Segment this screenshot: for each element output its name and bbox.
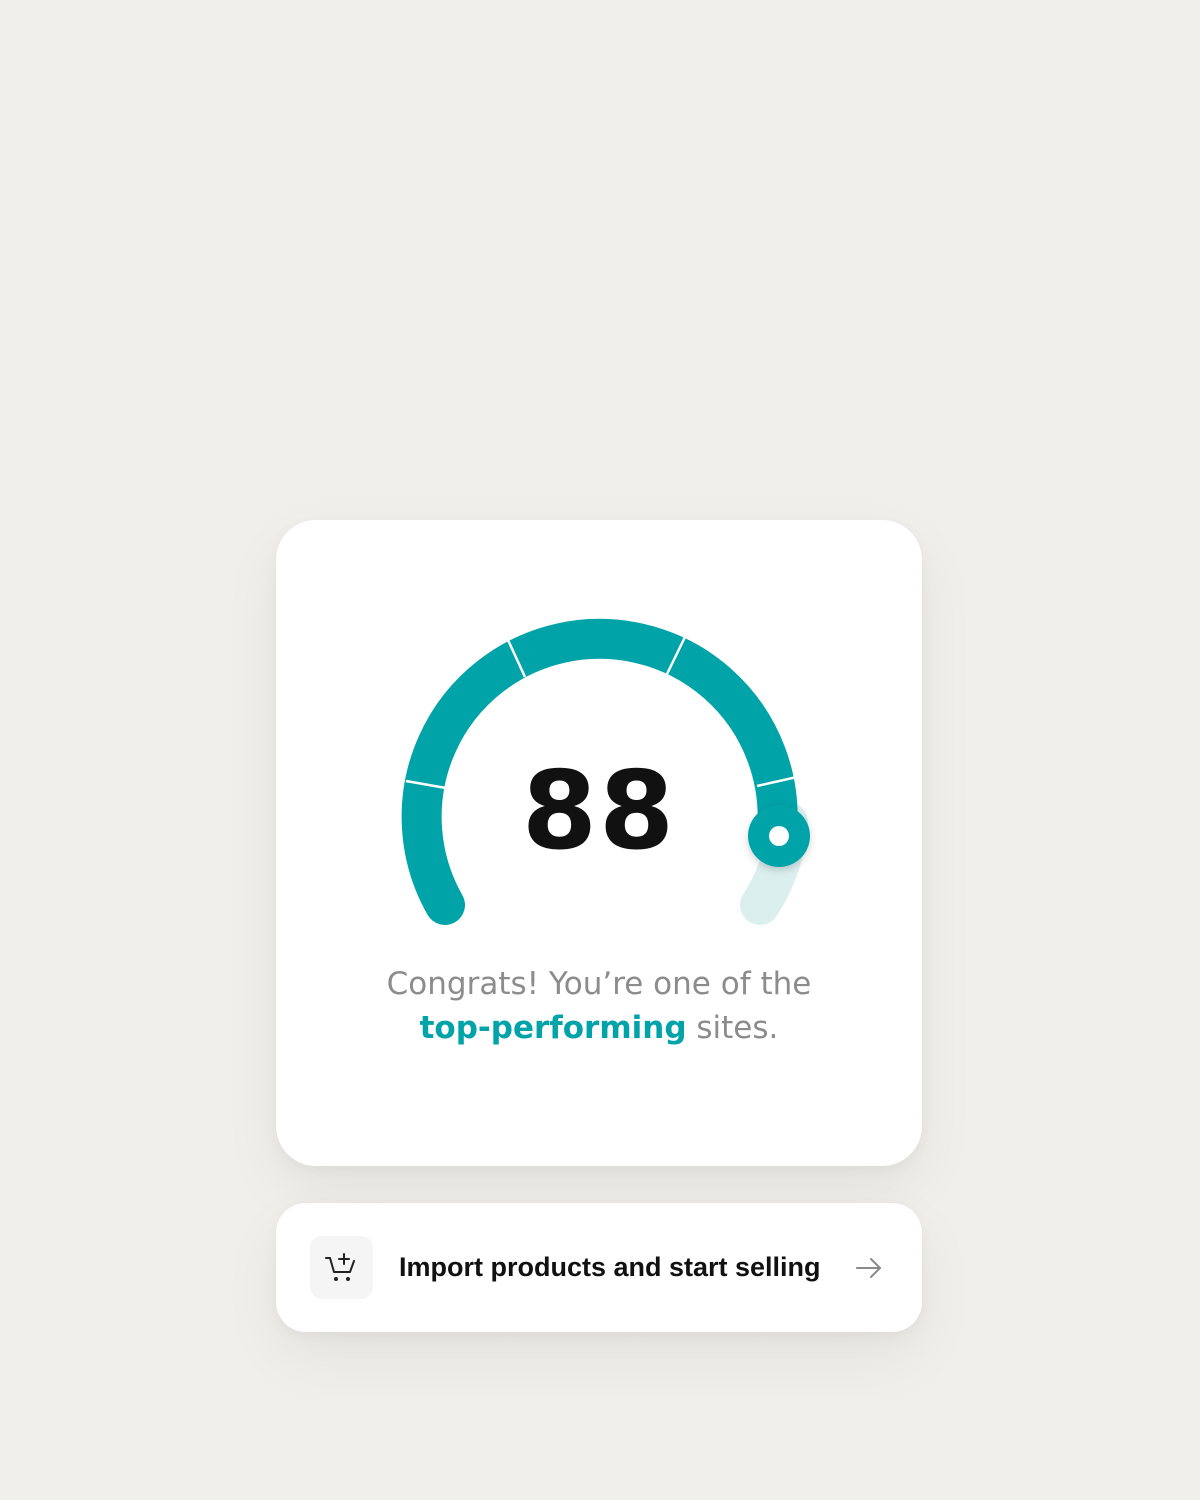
score-message: Congrats! You’re one of the top-performi… [316,962,882,1050]
score-value: 88 [521,749,677,874]
score-card: 88 Congrats! You’re one of the top-perfo… [276,520,922,1166]
import-products-label: Import products and start selling [399,1252,821,1282]
score-message-highlight: top-performing [419,1010,687,1046]
score-message-prefix: Congrats! You’re one of the [386,966,812,1002]
arrow-right-icon [856,1258,881,1278]
score-message-suffix: sites. [686,1010,779,1046]
import-products-button[interactable]: Import products and start selling [276,1203,922,1332]
cart-plus-icon [325,1253,355,1281]
cart-icon-tile [310,1236,373,1299]
